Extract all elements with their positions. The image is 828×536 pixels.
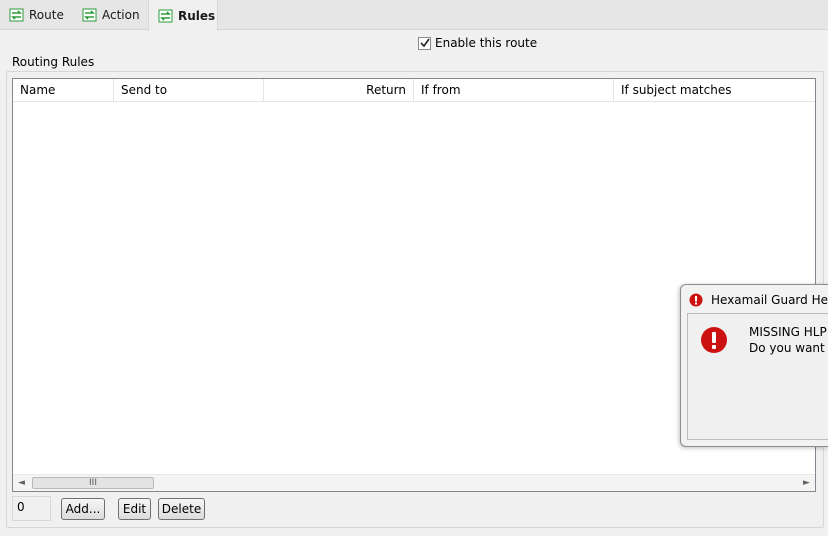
delete-button[interactable]: Delete bbox=[158, 498, 205, 520]
enable-route-checkbox[interactable] bbox=[418, 36, 431, 50]
enable-route-row: Enable this route bbox=[418, 35, 537, 51]
help-dialog: Hexamail Guard Help MISSING HLP F Do you… bbox=[680, 284, 828, 447]
checkmark-icon bbox=[419, 38, 430, 48]
scrollbar-thumb[interactable]: III bbox=[32, 477, 154, 489]
dialog-title: Hexamail Guard Help bbox=[711, 293, 828, 307]
add-button[interactable]: Add... bbox=[61, 498, 105, 520]
dialog-message-line-1: MISSING HLP F bbox=[749, 325, 828, 339]
rule-count-field: 0 bbox=[12, 496, 51, 521]
list-header: Name Send to Return If from If subject m… bbox=[13, 79, 815, 102]
tab-rules-label: Rules bbox=[178, 8, 216, 23]
dialog-title-bar[interactable]: Hexamail Guard Help bbox=[689, 291, 828, 309]
tab-rules[interactable]: Rules bbox=[148, 0, 218, 31]
error-icon bbox=[689, 293, 703, 307]
edit-button[interactable]: Edit bbox=[118, 498, 151, 520]
route-icon bbox=[9, 8, 24, 22]
tab-strip: Route Action Rules bbox=[0, 0, 828, 31]
routing-rules-label: Routing Rules bbox=[12, 55, 95, 69]
column-header-if-subject[interactable]: If subject matches bbox=[614, 79, 815, 102]
route-icon bbox=[158, 9, 173, 22]
enable-route-label[interactable]: Enable this route bbox=[435, 36, 537, 50]
dialog-body: MISSING HLP F Do you want to bbox=[687, 313, 828, 440]
scroll-right-arrow-icon[interactable]: ► bbox=[798, 475, 815, 491]
tab-route-label: Route bbox=[29, 8, 64, 22]
dialog-message-line-2: Do you want to bbox=[749, 341, 828, 355]
column-header-if-from[interactable]: If from bbox=[414, 79, 614, 102]
tab-action-label: Action bbox=[102, 8, 140, 22]
route-icon bbox=[82, 8, 97, 22]
column-header-name[interactable]: Name bbox=[13, 79, 114, 102]
tab-route[interactable]: Route bbox=[0, 0, 72, 30]
tab-action[interactable]: Action bbox=[73, 0, 149, 30]
column-header-return[interactable]: Return bbox=[264, 79, 414, 102]
horizontal-scrollbar[interactable]: ◄ III ► bbox=[13, 474, 815, 491]
column-header-send-to[interactable]: Send to bbox=[114, 79, 264, 102]
dialog-message: MISSING HLP F Do you want to bbox=[749, 324, 828, 356]
scroll-left-arrow-icon[interactable]: ◄ bbox=[13, 475, 30, 491]
error-large-icon bbox=[701, 327, 727, 353]
